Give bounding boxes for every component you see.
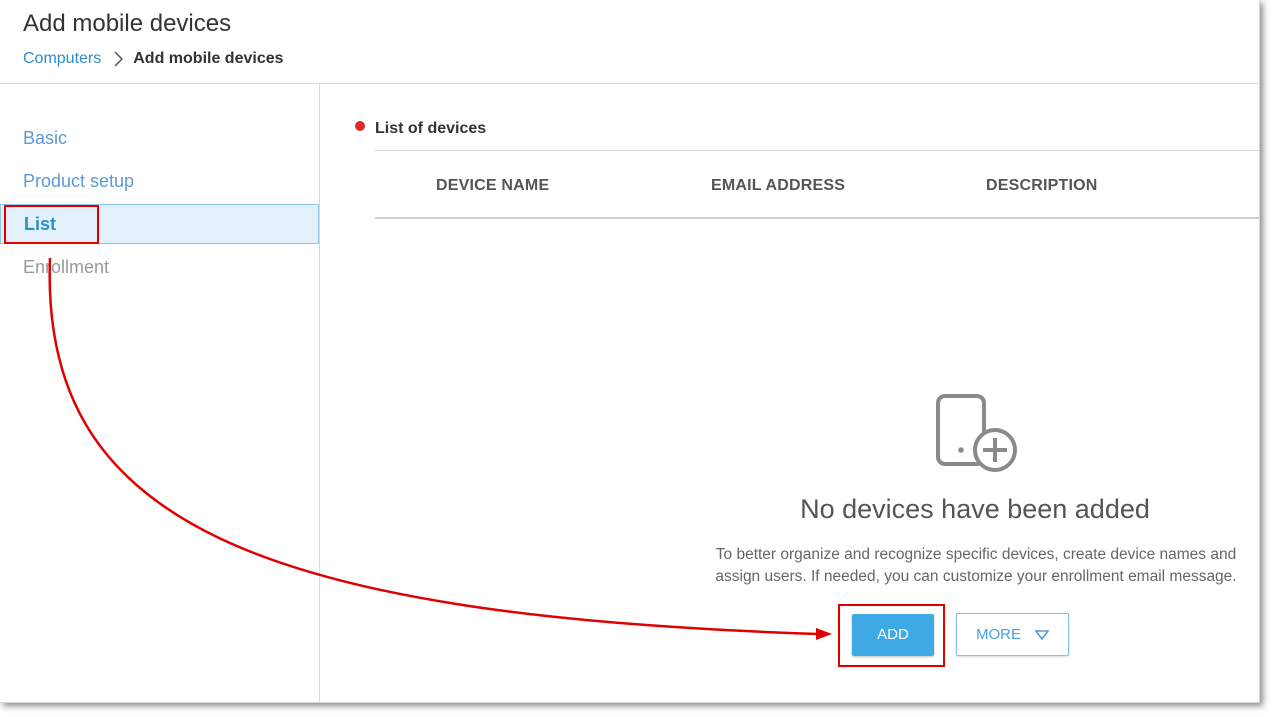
caret-down-icon: [1035, 629, 1049, 640]
column-header-description[interactable]: DESCRIPTION: [986, 177, 1098, 195]
main-content: List of devices DEVICE NAME EMAIL ADDRES…: [320, 84, 1259, 702]
more-button-label: MORE: [976, 626, 1021, 643]
more-button[interactable]: MORE: [956, 613, 1069, 656]
sidebar-item-product-setup[interactable]: Product setup: [0, 162, 319, 200]
column-header-email-address[interactable]: EMAIL ADDRESS: [711, 177, 845, 195]
page-title: Add mobile devices: [23, 10, 232, 37]
breadcrumb-current: Add mobile devices: [133, 50, 284, 67]
app-window: Add mobile devices Computers Add mobile …: [0, 0, 1260, 703]
breadcrumb-link-computers[interactable]: Computers: [23, 50, 101, 68]
section-title: List of devices: [375, 120, 487, 137]
divider: [375, 150, 1259, 151]
mobile-add-icon: [936, 394, 1017, 472]
sidebar: Basic Product setup List Enrollment: [0, 84, 320, 702]
required-dot-icon: [355, 121, 365, 131]
sidebar-item-enrollment: Enrollment: [23, 257, 110, 277]
breadcrumb: Computers Add mobile devices: [23, 50, 284, 68]
page-header: Add mobile devices Computers Add mobile …: [0, 0, 1259, 84]
add-button[interactable]: ADD: [852, 614, 934, 656]
empty-state-title: No devices have been added: [800, 494, 1150, 524]
sidebar-item-list[interactable]: List: [0, 204, 319, 244]
chevron-right-icon: [114, 51, 124, 67]
column-header-device-name[interactable]: DEVICE NAME: [436, 177, 549, 195]
empty-state-description: To better organize and recognize specifi…: [715, 546, 1237, 585]
sidebar-item-basic[interactable]: Basic: [0, 119, 319, 157]
table-header-divider: [375, 217, 1259, 219]
